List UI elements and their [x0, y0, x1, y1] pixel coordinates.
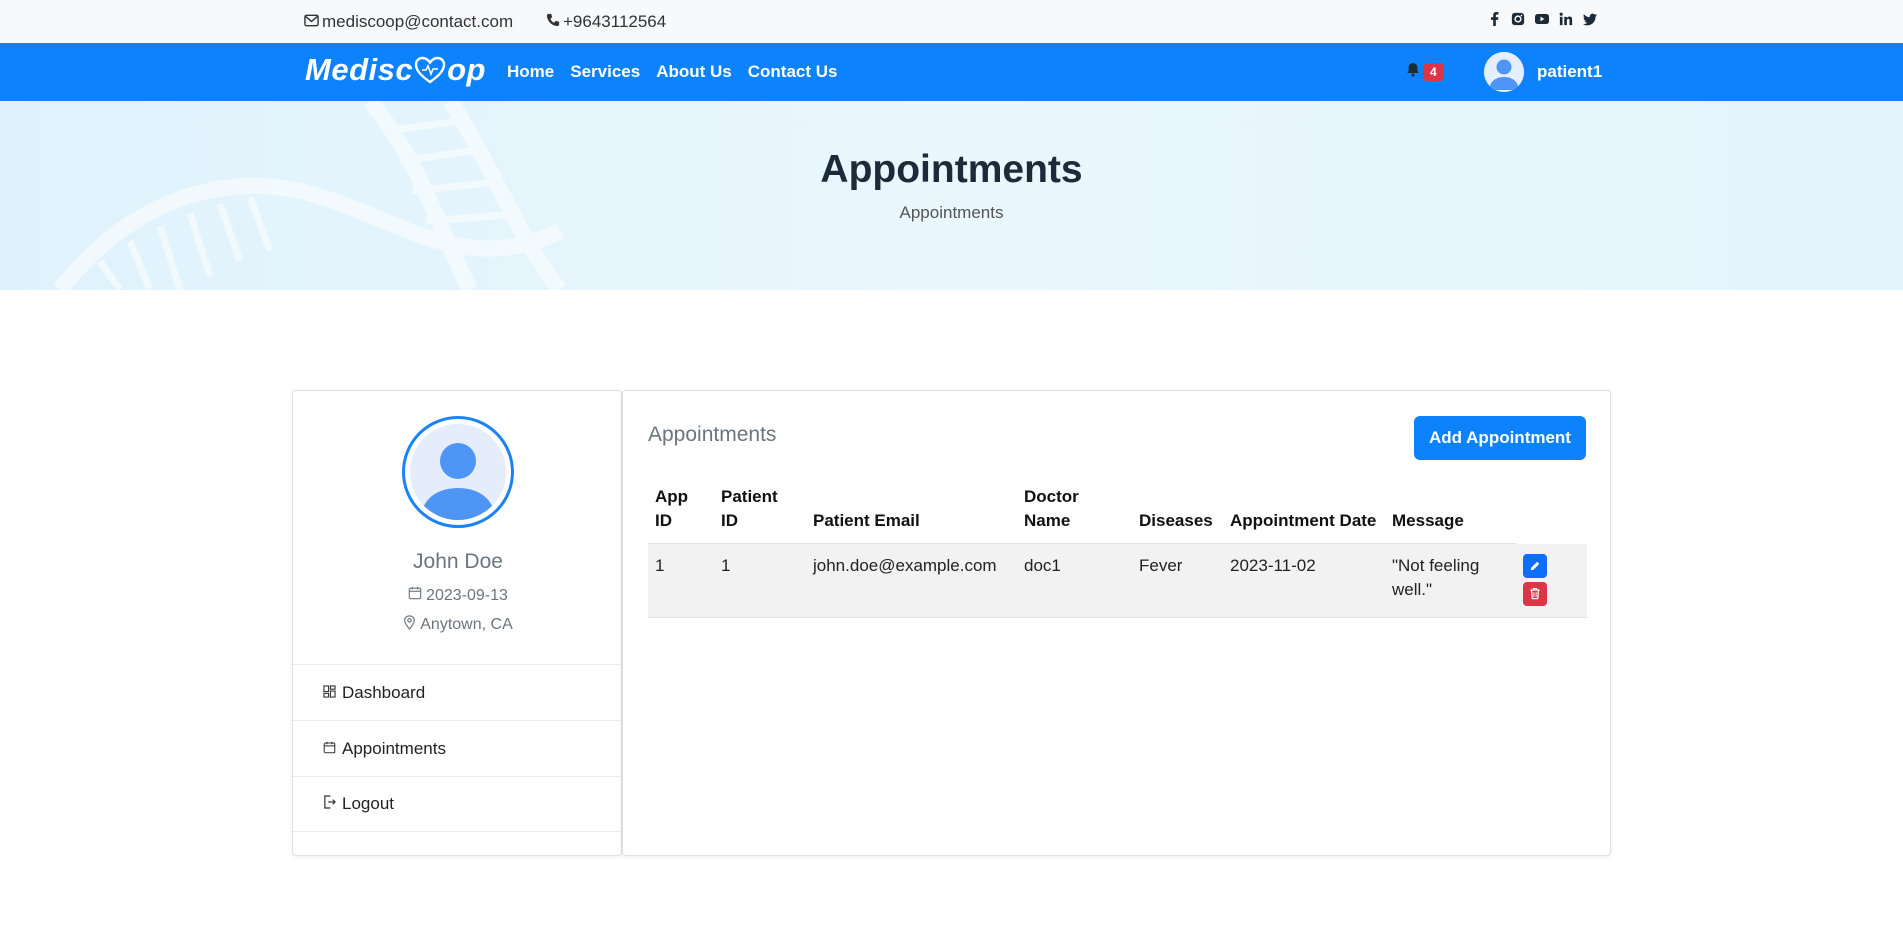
- nav-home[interactable]: Home: [507, 62, 554, 82]
- appointments-table: App ID Patient ID Patient Email Doctor N…: [648, 481, 1587, 618]
- col-doctor-name[interactable]: Doctor Name: [1017, 481, 1132, 544]
- contact-phone[interactable]: +9643112564: [546, 12, 666, 32]
- phone-icon: [546, 12, 560, 32]
- cell-doctor-name: doc1: [1017, 543, 1132, 618]
- top-contact-bar: mediscoop@contact.com +9643112564: [0, 0, 1903, 43]
- twitter-icon[interactable]: [1583, 12, 1597, 26]
- dna-decoration: [53, 101, 567, 290]
- sidebar-item-appointments[interactable]: Appointments: [293, 720, 621, 776]
- contact-email-text: mediscoop@contact.com: [322, 12, 514, 31]
- heart-pulse-icon: [414, 56, 446, 84]
- card-title: Appointments: [648, 423, 777, 446]
- calendar-icon: [323, 739, 336, 759]
- sidebar-menu: Dashboard Appointments Logout: [293, 664, 621, 832]
- profile-avatar: [402, 416, 514, 528]
- brand-logo[interactable]: Medisc op: [305, 52, 486, 88]
- contact-email[interactable]: mediscoop@contact.com: [304, 12, 513, 32]
- cell-appointment-date: 2023-11-02: [1223, 543, 1385, 618]
- user-avatar: [1484, 52, 1524, 92]
- col-patient-id[interactable]: Patient ID: [714, 481, 806, 544]
- table-row: 1 1 john.doe@example.com doc1 Fever 2023…: [648, 543, 1587, 618]
- brand-text-right: op: [447, 52, 486, 87]
- sidebar-item-label: Logout: [342, 794, 394, 813]
- user-menu[interactable]: patient1: [1484, 52, 1602, 92]
- col-app-id[interactable]: App ID: [648, 481, 714, 544]
- sidebar-item-label: Dashboard: [342, 682, 426, 702]
- nav-links: Home Services About Us Contact Us: [507, 62, 837, 82]
- linkedin-icon[interactable]: [1559, 12, 1573, 26]
- cell-message: "Not feeling well.": [1385, 543, 1516, 618]
- dashboard-icon: [323, 683, 336, 703]
- calendar-icon: [408, 586, 422, 605]
- cell-app-id: 1: [648, 543, 714, 618]
- nav-services[interactable]: Services: [570, 62, 640, 82]
- facebook-icon[interactable]: [1487, 12, 1501, 26]
- appointments-card: Appointments Add Appointment App ID Pati…: [622, 390, 1611, 856]
- breadcrumb[interactable]: Appointments: [0, 203, 1903, 223]
- main-navbar: Medisc op Home Services About Us Contact…: [0, 43, 1903, 101]
- nav-about-us[interactable]: About Us: [656, 62, 732, 82]
- profile-dob: 2023-09-13: [293, 586, 623, 605]
- pencil-icon: [1530, 561, 1540, 570]
- social-links: [1487, 12, 1597, 26]
- bell-icon: [1406, 62, 1420, 82]
- location-pin-icon: [403, 615, 416, 635]
- cell-patient-email: john.doe@example.com: [806, 543, 1017, 618]
- trash-icon: [1530, 588, 1540, 600]
- brand-text-left: Medisc: [305, 52, 414, 87]
- profile-dob-text: 2023-09-13: [426, 586, 508, 604]
- sidebar-item-label: Appointments: [342, 738, 446, 758]
- col-patient-email[interactable]: Patient Email: [806, 481, 1017, 544]
- add-appointment-button[interactable]: Add Appointment: [1414, 416, 1586, 460]
- edit-button[interactable]: [1523, 553, 1547, 578]
- profile-location-text: Anytown, CA: [420, 616, 513, 633]
- profile-name: John Doe: [413, 550, 503, 573]
- notifications-button[interactable]: 4: [1406, 62, 1444, 82]
- cell-patient-id: 1: [714, 543, 806, 618]
- youtube-icon[interactable]: [1535, 12, 1549, 26]
- page-hero: Appointments Appointments: [0, 101, 1903, 290]
- table-header-row: App ID Patient ID Patient Email Doctor N…: [648, 481, 1587, 544]
- col-diseases[interactable]: Diseases: [1132, 481, 1223, 544]
- mail-icon: [304, 12, 319, 32]
- col-message[interactable]: Message: [1385, 481, 1516, 544]
- notification-count-badge: 4: [1423, 63, 1444, 81]
- contact-phone-text: +9643112564: [563, 12, 667, 31]
- sidebar-item-logout[interactable]: Logout: [293, 776, 621, 832]
- page-title: Appointments: [820, 148, 1083, 191]
- delete-button[interactable]: [1523, 581, 1547, 606]
- instagram-icon[interactable]: [1511, 12, 1525, 26]
- cell-actions: [1516, 543, 1587, 618]
- logout-icon: [323, 794, 336, 814]
- profile-location: Anytown, CA: [293, 615, 623, 635]
- username-label: patient1: [1537, 62, 1603, 81]
- nav-contact-us[interactable]: Contact Us: [748, 62, 838, 82]
- sidebar-item-dashboard[interactable]: Dashboard: [293, 664, 621, 720]
- col-actions: [1516, 481, 1587, 544]
- cell-diseases: Fever: [1132, 543, 1223, 618]
- profile-card: John Doe 2023-09-13 Anytown, CA Dashboar…: [292, 390, 622, 856]
- col-appointment-date[interactable]: Appointment Date: [1223, 481, 1385, 544]
